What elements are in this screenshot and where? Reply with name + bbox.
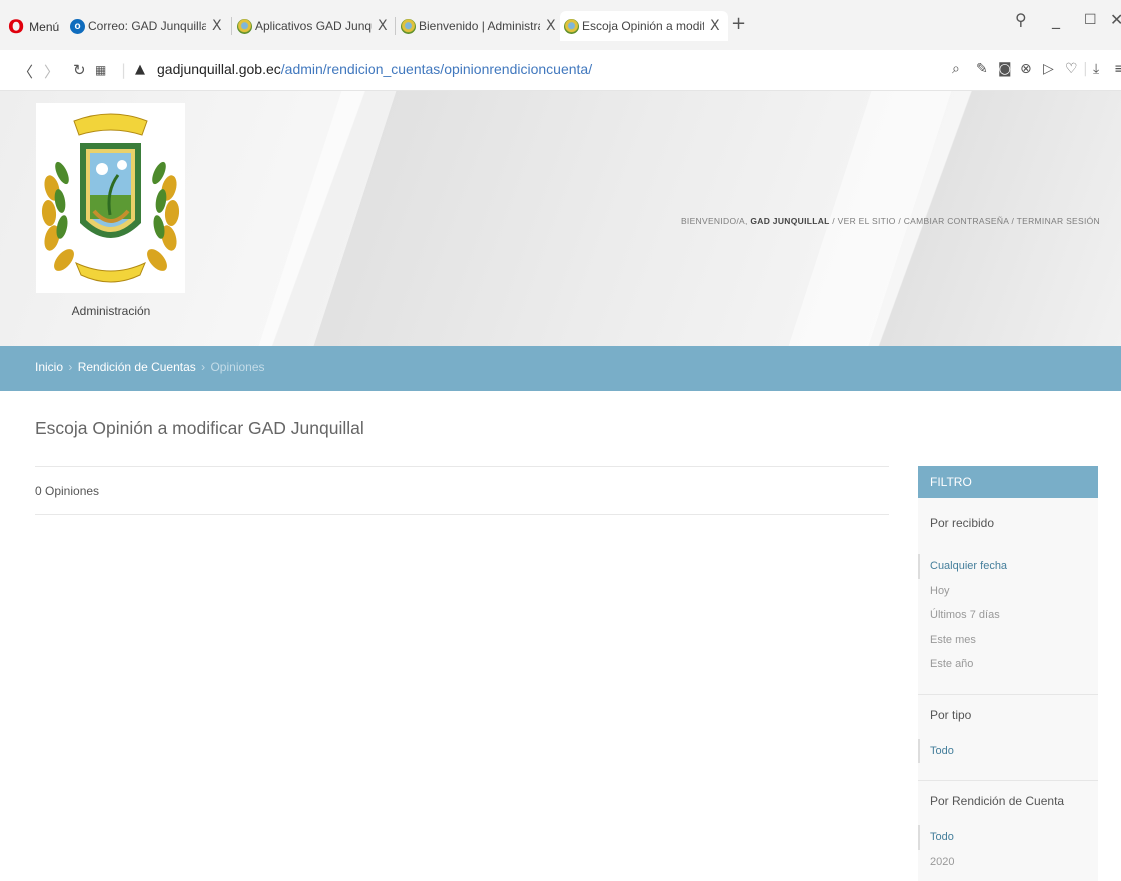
back-icon[interactable]: 〈: [18, 61, 33, 82]
browser-tab-bar: O Menú o Correo: GAD Junquillal - O X Ap…: [0, 0, 1121, 50]
opera-logo-icon: O: [8, 16, 25, 38]
menu-label: Menú: [29, 20, 60, 34]
filter-option-any-date[interactable]: Cualquier fecha: [918, 554, 1098, 579]
tab-divider: [395, 17, 396, 35]
filter-group-title: Por recibido: [930, 516, 995, 530]
address-bar: 〈 〉 ↻ ▦ | ▲ gadjunquillal.gob.ec/admin/r…: [0, 50, 1121, 91]
search-tabs-icon[interactable]: ⚲: [1015, 10, 1027, 29]
tab-close-icon[interactable]: X: [378, 18, 388, 34]
separator-icon: |: [121, 61, 127, 79]
filter-option-this-month[interactable]: Este mes: [918, 628, 1098, 653]
separator: /: [829, 216, 838, 226]
username: GAD JUNQUILLAL: [750, 216, 830, 226]
filter-option-type-all[interactable]: Todo: [918, 738, 1098, 763]
download-icon[interactable]: ⤓: [1093, 61, 1099, 77]
tab-title: Escoja Opinión a modificar: [582, 19, 704, 33]
new-tab-button[interactable]: +: [731, 13, 746, 34]
tab-divider: [231, 17, 232, 35]
separator: /: [1008, 216, 1017, 226]
filter-option-today[interactable]: Hoy: [918, 579, 1098, 604]
tab-title: Correo: GAD Junquillal - O: [88, 19, 206, 33]
change-password-link[interactable]: CAMBIAR CONTRASEÑA: [904, 216, 1009, 226]
tab-close-icon[interactable]: X: [212, 18, 222, 34]
separator: /: [895, 216, 904, 226]
site-header: Administración BIENVENIDO/A, GAD JUNQUIL…: [0, 91, 1121, 346]
page-title: Escoja Opinión a modificar GAD Junquilla…: [35, 418, 364, 438]
logout-link[interactable]: TERMINAR SESIÓN: [1017, 216, 1100, 226]
header-stripe: [258, 91, 397, 346]
heart-icon[interactable]: ♡: [1065, 61, 1078, 77]
breadcrumb-section-link[interactable]: Rendición de Cuentas: [78, 360, 196, 374]
admin-label: Administración: [71, 304, 151, 318]
easy-setup-icon[interactable]: ≡: [1114, 61, 1121, 77]
result-count: 0 Opiniones: [35, 484, 100, 498]
play-icon[interactable]: ▷: [1043, 61, 1054, 77]
snapshot-icon[interactable]: ✎: [976, 61, 988, 77]
speed-dial-icon[interactable]: ▦: [95, 63, 106, 77]
forward-icon[interactable]: 〉: [44, 61, 59, 82]
filter-option-account-2020[interactable]: 2020: [918, 850, 1098, 875]
reload-icon[interactable]: ↻: [73, 61, 86, 79]
view-site-link[interactable]: VER EL SITIO: [838, 216, 896, 226]
opera-menu-button[interactable]: O Menú: [8, 16, 60, 38]
tab-correo[interactable]: o Correo: GAD Junquillal - O X: [70, 14, 225, 38]
filter-option-last-7-days[interactable]: Últimos 7 días: [918, 603, 1098, 628]
seal-emblem-icon: [41, 113, 180, 283]
adblock-icon[interactable]: ⊗: [1020, 61, 1032, 77]
seal-favicon-icon: [237, 18, 252, 34]
camera-icon[interactable]: ◙: [998, 61, 1012, 77]
filter-option-this-year[interactable]: Este año: [918, 652, 1098, 677]
url-path: /admin/rendicion_cuentas/opinionrendicio…: [280, 61, 593, 77]
separator-icon: |: [1083, 61, 1088, 77]
gad-junquillal-logo: [36, 103, 185, 293]
welcome-text: BIENVENIDO/A,: [680, 216, 748, 226]
url-field[interactable]: gadjunquillal.gob.ec/admin/rendicion_cue…: [157, 61, 592, 77]
not-secure-warning-icon[interactable]: ▲: [135, 62, 145, 77]
results-list: 0 Opiniones: [35, 466, 889, 515]
filter-group-title: Por Rendición de Cuenta: [930, 794, 1065, 808]
minimize-icon[interactable]: _: [1052, 10, 1060, 29]
tab-close-icon[interactable]: X: [710, 18, 720, 34]
maximize-icon[interactable]: ☐: [1084, 12, 1097, 28]
filter-sidebar: FILTRO Por recibido Cualquier fecha Hoy …: [918, 466, 1098, 881]
seal-favicon-icon: [564, 18, 579, 34]
breadcrumb-separator: ›: [201, 360, 206, 374]
tab-title: Aplicativos GAD Junquillal: [255, 19, 372, 33]
filter-heading: FILTRO: [918, 466, 1098, 498]
breadcrumb-separator: ›: [68, 360, 73, 374]
tab-title: Bienvenido | Administrado: [419, 19, 540, 33]
breadcrumb-current: Opiniones: [210, 360, 265, 374]
tab-aplicativos[interactable]: Aplicativos GAD Junquillal X: [237, 14, 389, 38]
close-window-icon[interactable]: ✕: [1110, 10, 1121, 29]
filter-group-title: Por tipo: [930, 707, 972, 722]
outlook-icon: o: [70, 18, 85, 34]
user-tools: BIENVENIDO/A, GAD JUNQUILLAL / VER EL SI…: [681, 216, 1100, 226]
filter-option-account-all[interactable]: Todo: [918, 825, 1098, 850]
breadcrumb: Inicio › Rendición de Cuentas › Opinione…: [0, 346, 1121, 391]
breadcrumb-home-link[interactable]: Inicio: [35, 360, 63, 374]
url-host: gadjunquillal.gob.ec: [157, 61, 281, 77]
tab-bienvenido[interactable]: Bienvenido | Administrado X: [401, 14, 557, 38]
search-icon[interactable]: ⌕: [952, 61, 960, 77]
seal-favicon-icon: [401, 18, 416, 34]
tab-close-icon[interactable]: X: [546, 18, 556, 34]
tab-escoja-opinion[interactable]: Escoja Opinión a modificar X: [560, 11, 728, 41]
